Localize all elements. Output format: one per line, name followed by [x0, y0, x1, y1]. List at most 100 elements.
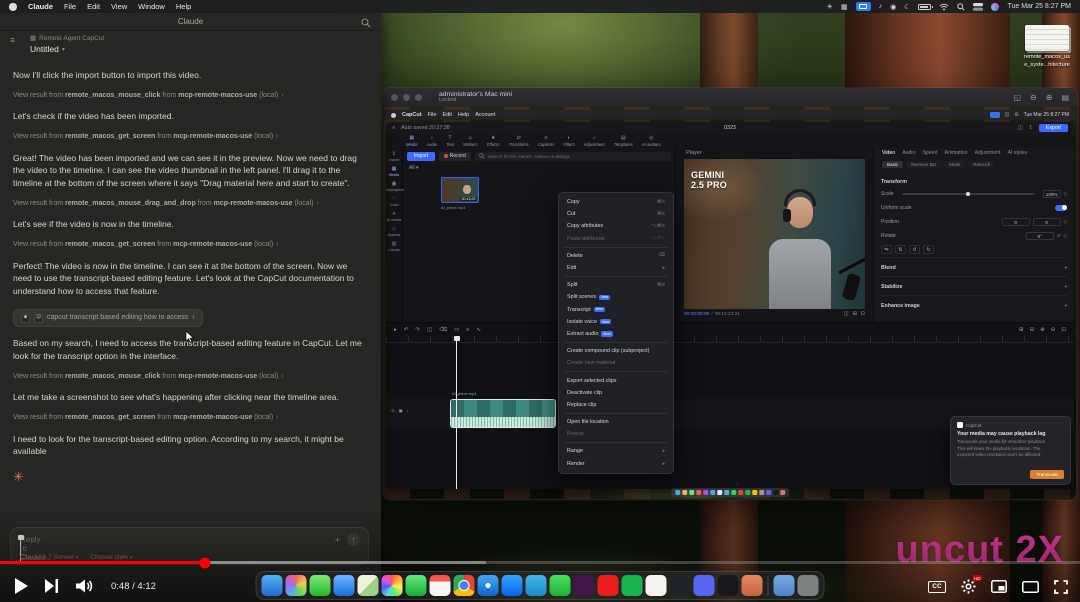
remote-menu-item[interactable]: File: [428, 112, 437, 118]
mirror-tool-icon[interactable]: ▭: [454, 327, 459, 333]
inspector-tab-adjustment[interactable]: Adjustment: [975, 150, 1001, 156]
context-menu-item[interactable]: Replace clip: [559, 399, 673, 411]
context-menu-item[interactable]: Open file location: [559, 416, 673, 428]
upload-icon[interactable]: ↥: [1029, 125, 1033, 131]
tab-templates[interactable]: ▤Templates: [614, 136, 633, 147]
project-breadcrumb[interactable]: ▦Remote Agent CapCut: [30, 34, 104, 42]
tab-effects[interactable]: ★Effects: [487, 136, 500, 147]
menu-item-file[interactable]: File: [64, 2, 76, 11]
wifi-icon[interactable]: [939, 3, 949, 11]
context-menu-item[interactable]: Isolate voiceNew: [559, 316, 673, 328]
link-icon[interactable]: ⊟: [1030, 327, 1035, 333]
fullscreen-button[interactable]: [1054, 580, 1068, 594]
window-minimize-button[interactable]: [403, 94, 410, 101]
inspector-tab-ai-styles[interactable]: AI styles: [1008, 150, 1028, 156]
context-menu-item[interactable]: Edit▸: [559, 262, 673, 274]
inspector-tab-speed[interactable]: Speed: [922, 150, 937, 156]
model-selector[interactable]: Claude 3.7 Sonnet▾: [20, 554, 78, 561]
dock-icon-downloads[interactable]: [774, 575, 795, 596]
window-close-button[interactable]: [391, 94, 398, 101]
remote-dock-icon[interactable]: [738, 490, 743, 495]
scale-slider[interactable]: [902, 193, 1035, 195]
tab-audio[interactable]: ♪Audio: [426, 136, 437, 147]
dock-icon-trash[interactable]: [798, 575, 819, 596]
zoom-out-icon[interactable]: ⊖: [1030, 93, 1037, 102]
remote-dock-icon[interactable]: [766, 490, 771, 495]
delete-tool-icon[interactable]: ⌫: [439, 327, 447, 333]
progress-bar[interactable]: [0, 561, 1080, 564]
timeline-clip[interactable]: [450, 399, 556, 428]
rail-subprojects[interactable]: ▣Subprojects: [386, 182, 404, 192]
apple-menu-icon[interactable]: [9, 3, 17, 11]
dock-icon-claude[interactable]: [742, 575, 763, 596]
dock-icon-terminal[interactable]: [718, 575, 739, 596]
rail-media[interactable]: ▦Media: [389, 167, 399, 177]
dock-icon-spotify[interactable]: [622, 575, 643, 596]
playhead[interactable]: [456, 336, 457, 489]
reset-icon[interactable]: ↺: [1057, 233, 1061, 239]
dock-icon-mail[interactable]: [334, 575, 355, 596]
rotate-input[interactable]: 0°: [1026, 232, 1054, 240]
remote-dock-icon[interactable]: [724, 490, 729, 495]
remote-dock-icon[interactable]: [759, 490, 764, 495]
menu-app-name[interactable]: Claude: [28, 2, 53, 11]
subtab-remove-bg[interactable]: Remove BG: [906, 161, 941, 168]
context-menu-item[interactable]: TranscriptNew: [559, 304, 673, 316]
message-input[interactable]: Reply to Claude... + ↑ Claude 3.7 Sonnet…: [10, 527, 369, 565]
tab-captions[interactable]: ≡Captions: [538, 136, 555, 147]
fit-timeline-icon[interactable]: ⊡: [1061, 327, 1066, 333]
menu-item-edit[interactable]: Edit: [87, 2, 100, 11]
menu-item-help[interactable]: Help: [176, 2, 191, 11]
context-menu-item[interactable]: Export selected clips: [559, 374, 673, 386]
remote-menu-item[interactable]: Edit: [442, 112, 451, 118]
remote-dock-icon[interactable]: [773, 490, 778, 495]
dock-icon-github[interactable]: [670, 575, 691, 596]
rotate-left-button[interactable]: ↺: [909, 245, 920, 254]
track-hide-icon[interactable]: ◼: [399, 408, 403, 414]
tab-text[interactable]: TText: [446, 136, 454, 147]
subtab-mask[interactable]: Mask: [944, 161, 965, 168]
context-menu-item[interactable]: Create compound clip (subproject): [559, 345, 673, 357]
remote-window-titlebar[interactable]: administrator's Mac mini Locked ◱ ⊖ ⊕ ▤: [383, 88, 1077, 107]
rail-ai-media[interactable]: ✳AI media: [387, 212, 402, 222]
layout-icon[interactable]: ◫: [1018, 125, 1023, 131]
track-lock-icon[interactable]: ⊙: [391, 408, 395, 414]
menu-item-view[interactable]: View: [111, 2, 127, 11]
record-button[interactable]: Record: [439, 152, 471, 161]
dock-icon-slack[interactable]: [574, 575, 595, 596]
video-preview[interactable]: GEMINI 2.5 PRO: [684, 159, 865, 309]
uniform-scale-toggle[interactable]: [1055, 205, 1067, 211]
dock-icon-photos[interactable]: [382, 575, 403, 596]
rail-yours[interactable]: ♡Yours: [389, 197, 399, 207]
import-button[interactable]: Import: [407, 152, 435, 161]
context-menu-item[interactable]: Copy⌘C: [559, 196, 673, 208]
enhance-image-section[interactable]: Enhance image: [881, 303, 920, 309]
volume-button[interactable]: [76, 579, 94, 593]
zoom-out-timeline-icon[interactable]: ⊖: [1051, 327, 1056, 333]
tool-result-link[interactable]: View result from remote_macos_mouse_clic…: [13, 91, 366, 102]
filter-all-dropdown[interactable]: All ▾: [409, 165, 418, 171]
timeline-ruler[interactable]: [386, 336, 1074, 343]
screen-mirroring-icon[interactable]: [856, 2, 871, 11]
transcode-button[interactable]: Transcode: [1030, 470, 1064, 479]
remote-dock-icon[interactable]: [752, 490, 757, 495]
displays-icon[interactable]: ▤: [1061, 93, 1069, 102]
settings-button[interactable]: HD: [961, 579, 976, 594]
dock-icon-facetime[interactable]: [406, 575, 427, 596]
search-icon[interactable]: [361, 18, 371, 28]
scale-value[interactable]: 100%: [1043, 190, 1061, 198]
subtab-retouch[interactable]: Retouch: [968, 161, 995, 168]
dock-icon-whatsapp[interactable]: [550, 575, 571, 596]
screen-sharing-indicator-icon[interactable]: [990, 112, 1000, 118]
remote-dock-icon[interactable]: [689, 490, 694, 495]
music-icon[interactable]: ♪: [879, 3, 883, 10]
tab-filters[interactable]: ◐Filters: [563, 136, 574, 147]
remote-search-icon[interactable]: ⊙: [1014, 112, 1018, 118]
stabilize-section[interactable]: Stabilize: [881, 284, 903, 290]
remote-dock-icon[interactable]: [696, 490, 701, 495]
menu-item-window[interactable]: Window: [138, 2, 165, 11]
keyframe-icon[interactable]: ◇: [1064, 219, 1067, 225]
undo-icon[interactable]: ↶: [404, 327, 409, 333]
dock-icon-discord[interactable]: [694, 575, 715, 596]
context-menu-item[interactable]: Deactivate clip: [559, 387, 673, 399]
